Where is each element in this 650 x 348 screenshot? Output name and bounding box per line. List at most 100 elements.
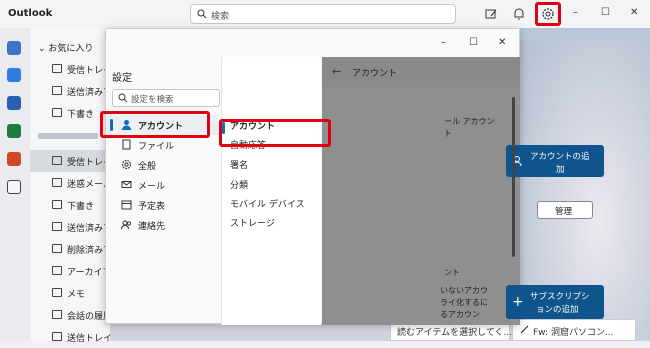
subnav-categories[interactable]: 分類 — [230, 178, 248, 191]
category-label: メール — [138, 182, 166, 192]
category-calendar[interactable]: 予定表 — [106, 195, 218, 215]
folder-icon — [52, 178, 62, 187]
folder-item[interactable]: 送信済みアイ — [30, 80, 121, 102]
todo-check-icon[interactable] — [7, 68, 21, 82]
back-arrow-icon[interactable]: ← — [332, 65, 341, 78]
folder-icon — [52, 288, 62, 297]
contacts-icon — [121, 220, 132, 230]
folder-item[interactable]: 会話の履歴 — [30, 304, 112, 326]
folder-icon — [52, 222, 62, 231]
content-text: ライ化するに — [440, 298, 488, 307]
category-label: 予定表 — [138, 202, 166, 212]
title-bar: Outlook 検索 – ☐ ✕ — [0, 0, 650, 28]
folder-item[interactable]: 受信トレイ — [30, 150, 112, 172]
folder-icon — [52, 266, 62, 275]
settings-title: 設定 — [112, 73, 132, 84]
folder-item[interactable]: 下書き — [30, 102, 110, 124]
category-general[interactable]: 全般 — [106, 155, 218, 175]
favorites-label: お気に入り — [48, 44, 94, 54]
dialog-minimize-button[interactable]: – — [441, 37, 446, 48]
favorites-header[interactable]: ⌄ お気に入り — [38, 41, 93, 54]
plus-icon: + — [512, 294, 524, 310]
folder-icon — [52, 108, 62, 117]
folder-icon — [52, 64, 62, 73]
folder-icon — [52, 332, 62, 341]
folder-icon — [52, 244, 62, 253]
subnav-mobile-devices[interactable]: モバイル デバイス — [230, 197, 305, 210]
folder-label: 下書き — [67, 202, 95, 212]
settings-highlight — [535, 2, 561, 26]
settings-search-placeholder: 設定を検索 — [131, 95, 174, 105]
settings-search-input[interactable]: 設定を検索 — [112, 89, 220, 107]
manage-label: 管理 — [555, 207, 573, 217]
reading-hint-text: 読むアイテムを選択してく... — [397, 328, 513, 338]
add-account-button[interactable]: アカウントの追 加 — [506, 145, 604, 177]
minimize-button[interactable]: – — [573, 7, 578, 18]
folder-item[interactable]: 下書き — [30, 194, 110, 216]
apps-icon[interactable] — [7, 180, 21, 194]
add-account-label-2: 加 — [556, 165, 565, 175]
mail-icon — [121, 181, 132, 188]
content-text: ール アカウン — [444, 117, 495, 126]
category-contacts[interactable]: 連絡先 — [106, 215, 218, 235]
add-subscription-label-2: ョンの追加 — [536, 305, 579, 315]
search-input[interactable]: 検索 — [190, 4, 456, 24]
pencil-icon — [520, 325, 529, 334]
content-text: るアカウン — [440, 310, 480, 319]
dialog-close-button[interactable]: ✕ — [498, 37, 506, 48]
settings-dialog: – ☐ ✕ 設定 設定を検索 アカウント ファイル 全般 メール 予定表 連絡先… — [105, 28, 604, 325]
folder-icon — [52, 86, 62, 95]
app-title: Outlook — [8, 8, 53, 19]
excel-icon[interactable] — [7, 124, 21, 138]
folder-item[interactable]: 受信トレイ — [30, 58, 112, 80]
folder-pane: ⌄ お気に入り 受信トレイ 送信済みアイ 下書き 受信トレイ 迷惑メール 下書き… — [30, 28, 121, 344]
maximize-button[interactable]: ☐ — [601, 7, 610, 18]
folder-item[interactable]: メモ — [30, 282, 110, 304]
people-icon[interactable] — [7, 41, 21, 55]
folder-icon — [52, 156, 62, 165]
category-label: ファイル — [138, 142, 175, 152]
add-subscription-button[interactable]: + サブスクリプシ ョンの追加 — [506, 285, 604, 319]
gear-icon — [121, 159, 132, 170]
close-button[interactable]: ✕ — [630, 7, 638, 18]
subnav-storage[interactable]: ストレージ — [230, 216, 275, 229]
folder-icon — [52, 310, 62, 319]
category-file[interactable]: ファイル — [106, 135, 218, 155]
category-label: 連絡先 — [138, 222, 166, 232]
folder-label: 下書き — [67, 110, 95, 120]
settings-content: ← アカウント ール アカウン ト ント いないアカウ ライ化するに るアカウン… — [322, 57, 604, 325]
content-text: ント — [444, 268, 460, 277]
category-label: 全般 — [138, 162, 157, 172]
folder-item[interactable]: 送信済みアイ — [30, 216, 121, 238]
settings-subnav: アカウント 自動応答 署名 分類 モバイル デバイス ストレージ — [221, 57, 321, 325]
add-subscription-label: サブスクリプシ — [530, 292, 590, 302]
content-title: アカウント — [352, 69, 398, 79]
account-highlight — [100, 111, 210, 138]
account-header[interactable] — [38, 133, 98, 139]
word-icon[interactable] — [7, 96, 21, 110]
content-text: いないアカウ — [440, 286, 488, 295]
folder-icon — [52, 200, 62, 209]
folder-item[interactable]: 迷惑メール — [30, 172, 112, 194]
folder-item[interactable]: 送信トレイ — [30, 326, 113, 348]
add-account-label: アカウントの追 — [530, 152, 590, 162]
bell-icon[interactable] — [512, 7, 526, 21]
category-mail[interactable]: メール — [106, 175, 218, 195]
folder-label: 送信トレイ — [67, 334, 113, 344]
subnav-signature[interactable]: 署名 — [230, 158, 248, 171]
folder-item[interactable]: 削除済みアイ — [30, 238, 121, 260]
search-icon — [197, 9, 207, 19]
content-header: ← アカウント — [322, 57, 520, 87]
draft-chip[interactable]: Fw: 洞窟パソコン... — [512, 319, 636, 341]
folder-item[interactable]: アーカイブ — [30, 260, 111, 282]
dialog-maximize-button[interactable]: ☐ — [469, 37, 478, 48]
note-edit-icon[interactable] — [484, 7, 498, 21]
content-scrollbar[interactable] — [512, 97, 515, 257]
file-icon — [122, 139, 131, 150]
search-placeholder: 検索 — [211, 12, 230, 22]
manage-button[interactable]: 管理 — [537, 201, 593, 219]
draft-chip-label: Fw: 洞窟パソコン... — [533, 328, 614, 338]
app-rail — [0, 28, 30, 341]
folder-label: メモ — [67, 290, 86, 300]
powerpoint-icon[interactable] — [7, 152, 21, 166]
